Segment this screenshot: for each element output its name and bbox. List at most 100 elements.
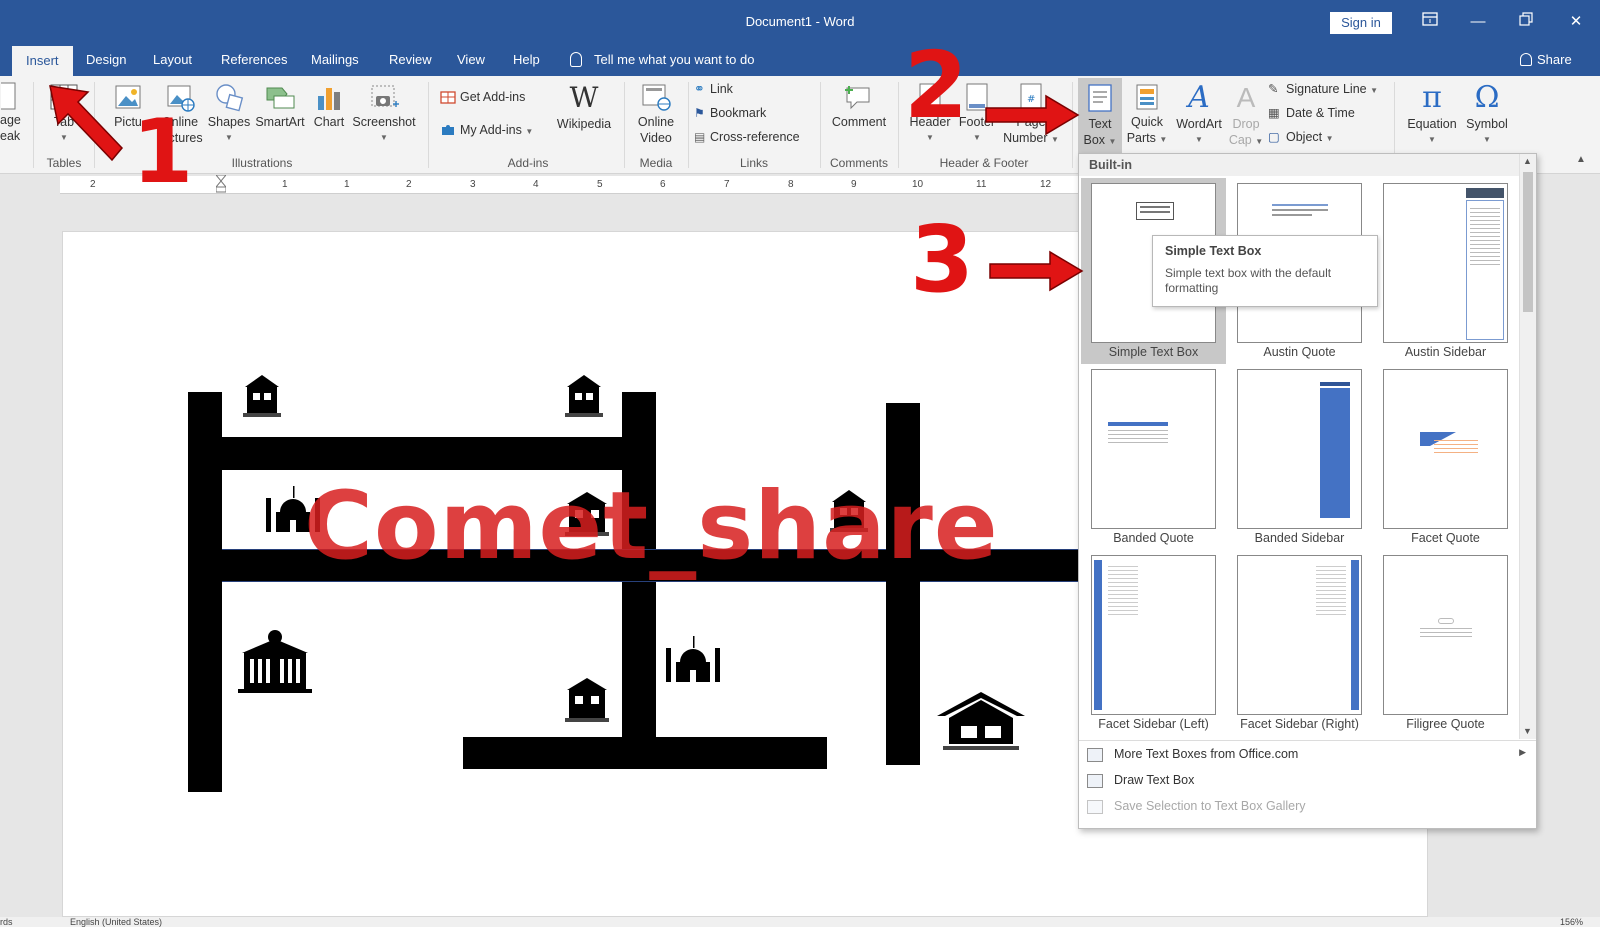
save-gallery-icon — [1087, 800, 1103, 814]
text-box-button[interactable]: Text Box ▼ — [1078, 78, 1122, 154]
road-vertical-left — [188, 392, 222, 792]
equation-button[interactable]: π Equation ▼ — [1404, 82, 1460, 148]
tab-mailings[interactable]: Mailings — [311, 52, 359, 67]
date-time-button[interactable]: ▦ Date & Time — [1268, 105, 1388, 121]
road-bottom — [463, 737, 827, 769]
watermark-text: Comet_share — [304, 472, 999, 581]
gallery-item-facet-sidebar-left[interactable]: Facet Sidebar (Left) — [1081, 550, 1226, 736]
link-icon: ⚭ — [694, 81, 705, 96]
share-button[interactable]: Share — [1520, 52, 1572, 67]
word-count[interactable]: rds — [0, 917, 13, 927]
shapes-button[interactable]: Shapes ▼ — [206, 82, 252, 146]
house-icon — [565, 375, 603, 417]
house-icon — [937, 692, 1025, 750]
close-icon[interactable]: ✕ — [1566, 12, 1586, 32]
ribbon-display-options-icon[interactable] — [1420, 12, 1440, 32]
quick-parts-button[interactable]: Quick Parts ▼ — [1124, 82, 1170, 148]
gallery-item-filigree-quote[interactable]: Filigree Quote — [1373, 550, 1518, 736]
bookmark-icon: ⚑ — [694, 106, 705, 120]
thumbnail — [1237, 555, 1362, 715]
smartart-button[interactable]: SmartArt — [252, 82, 308, 130]
comment-button[interactable]: Comment — [826, 82, 892, 130]
online-video-button[interactable]: Online Video — [630, 82, 682, 146]
omega-icon: Ω — [1474, 80, 1500, 115]
tooltip-simple-text-box: Simple Text Box Simple text box with the… — [1152, 235, 1378, 307]
group-media: Media — [639, 156, 673, 170]
tab-layout[interactable]: Layout — [153, 52, 192, 67]
drop-cap-icon: A — [1236, 82, 1256, 113]
gallery-item-banded-sidebar[interactable]: Banded Sidebar — [1227, 364, 1372, 550]
link-button[interactable]: ⚭ Link — [694, 81, 814, 97]
indent-marker-icon[interactable] — [214, 174, 228, 193]
signature-line-button[interactable]: ✎ Signature Line ▼ — [1268, 81, 1388, 99]
my-addins-button[interactable]: My Add-ins ▼ — [440, 121, 550, 140]
minimize-icon[interactable]: — — [1468, 12, 1488, 32]
gallery-item-facet-sidebar-right[interactable]: Facet Sidebar (Right) — [1227, 550, 1372, 736]
symbol-button[interactable]: Ω Symbol ▼ — [1462, 82, 1512, 148]
gallery-item-austin-sidebar[interactable]: Austin Sidebar — [1373, 178, 1518, 364]
group-links: Links — [739, 156, 768, 170]
object-icon: ▢ — [1268, 130, 1280, 144]
draw-text-box-icon — [1087, 774, 1103, 788]
wikipedia-button[interactable]: W Wikipedia — [552, 82, 616, 132]
gallery-scrollbar[interactable]: ▲ ▼ — [1519, 154, 1536, 739]
office-globe-icon — [1087, 748, 1103, 762]
gallery-section-builtin: Built-in — [1079, 154, 1519, 176]
draw-text-box-item[interactable]: Draw Text Box — [1079, 768, 1536, 794]
house-icon — [243, 375, 281, 417]
bookmark-button[interactable]: ⚑ Bookmark — [694, 105, 814, 121]
group-addins: Add-ins — [507, 156, 549, 170]
step-number-1: 1 — [132, 100, 194, 203]
thumbnail — [1383, 183, 1508, 343]
tab-view[interactable]: View — [457, 52, 485, 67]
page-break-icon — [1, 82, 16, 110]
quick-parts-icon — [1136, 84, 1158, 110]
chart-icon — [318, 88, 340, 110]
page-break-button[interactable]: age eak — [0, 82, 22, 144]
sign-in-button[interactable]: Sign in — [1330, 12, 1392, 34]
gallery-item-banded-quote[interactable]: Banded Quote — [1081, 364, 1226, 550]
tab-references[interactable]: References — [221, 52, 287, 67]
scroll-thumb[interactable] — [1523, 172, 1533, 312]
scroll-up-icon[interactable]: ▲ — [1523, 156, 1532, 166]
calendar-icon: ▦ — [1268, 106, 1280, 120]
thumbnail-caption: Facet Sidebar (Left) — [1098, 717, 1209, 731]
save-selection-item[interactable]: Save Selection to Text Box Gallery — [1079, 794, 1536, 820]
puzzle-icon — [442, 125, 454, 135]
restore-icon[interactable] — [1516, 12, 1536, 32]
cross-reference-button[interactable]: ▤ Cross-reference — [694, 129, 814, 145]
thumbnail-caption: Austin Quote — [1263, 345, 1336, 359]
collapse-ribbon-icon[interactable]: ▲ — [1576, 154, 1586, 165]
get-addins-button[interactable]: Get Add-ins — [440, 88, 550, 105]
school-icon — [238, 630, 312, 693]
tab-help[interactable]: Help — [513, 52, 540, 67]
wordart-button[interactable]: A WordArt ▼ — [1172, 82, 1226, 148]
comment-icon — [845, 86, 870, 110]
object-button[interactable]: ▢ Object ▼ — [1268, 129, 1388, 147]
thumbnail — [1091, 555, 1216, 715]
drop-cap-button[interactable]: A Drop Cap ▼ — [1228, 82, 1264, 150]
thumbnail — [1237, 369, 1362, 529]
wikipedia-icon: W — [569, 81, 599, 114]
more-text-boxes-item[interactable]: More Text Boxes from Office.com ▶ — [1079, 742, 1536, 768]
scroll-down-icon[interactable]: ▼ — [1523, 726, 1532, 736]
gallery-item-facet-quote[interactable]: Facet Quote — [1373, 364, 1518, 550]
tab-design[interactable]: Design — [86, 52, 126, 67]
cross-reference-icon: ▤ — [694, 130, 706, 144]
chart-button[interactable]: Chart — [309, 82, 349, 130]
tooltip-body: Simple text box with the default formatt… — [1165, 266, 1332, 295]
screenshot-button[interactable]: Screenshot ▼ — [350, 82, 418, 146]
thumbnail — [1091, 369, 1216, 529]
group-header-footer: Header & Footer — [939, 156, 1029, 170]
language-indicator[interactable]: English (United States) — [70, 917, 162, 927]
tab-review[interactable]: Review — [389, 52, 432, 67]
status-bar: rds English (United States) 156% — [0, 917, 1600, 927]
zoom-level[interactable]: 156% — [1560, 917, 1583, 927]
shapes-icon — [216, 84, 244, 112]
tab-insert[interactable]: Insert — [12, 46, 73, 76]
red-arrow-3-icon — [989, 250, 1084, 292]
thumbnail-caption: Filigree Quote — [1406, 717, 1485, 731]
tell-me-box[interactable]: Tell me what you want to do — [570, 52, 754, 67]
thumbnail-caption: Banded Sidebar — [1254, 531, 1345, 545]
thumbnail-caption: Simple Text Box — [1108, 345, 1199, 359]
